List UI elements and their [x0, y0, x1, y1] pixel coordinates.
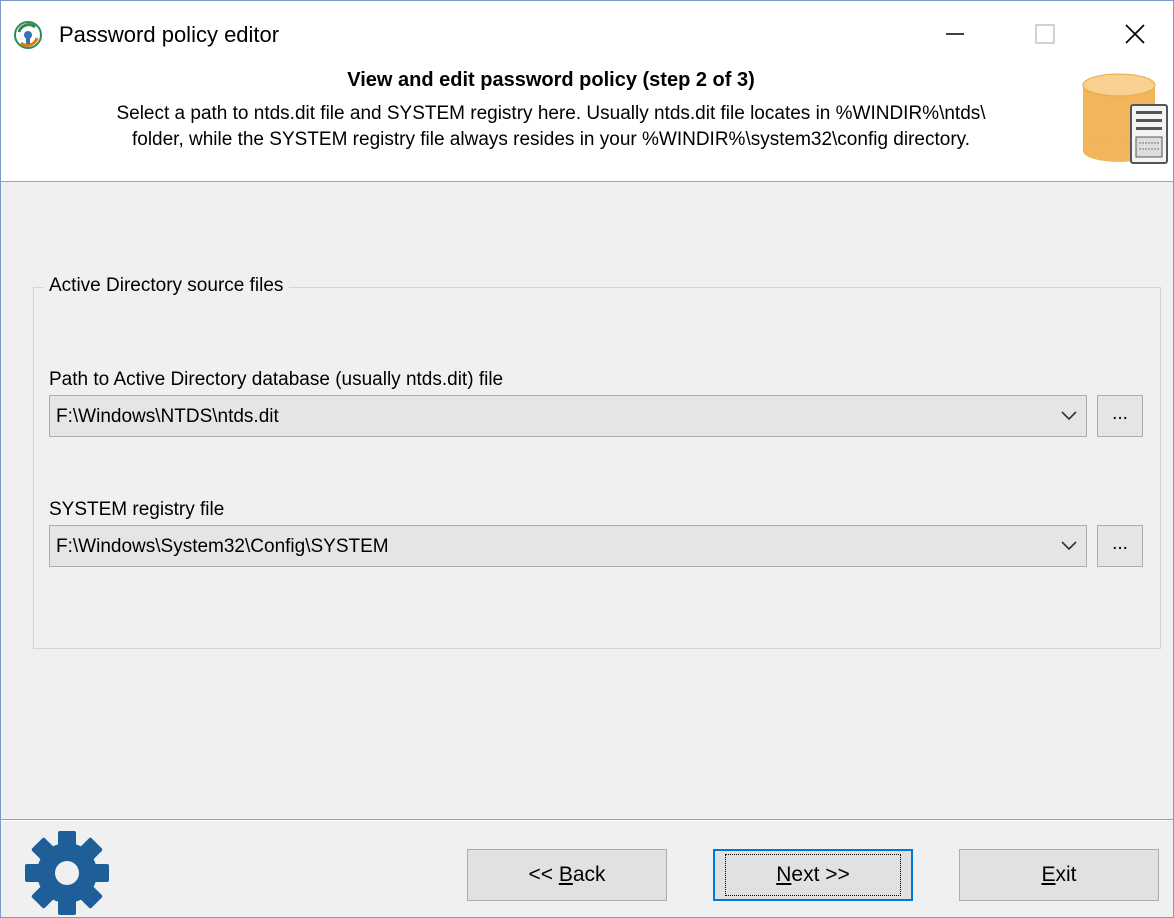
ntds-path-value: F:\Windows\NTDS\ntds.dit — [56, 406, 279, 427]
next-button[interactable]: Next >> — [713, 849, 913, 901]
chevron-down-icon[interactable] — [1060, 408, 1078, 424]
exit-button[interactable]: Exit — [959, 849, 1159, 901]
step-description-line: Select a path to ntds.dit file and SYSTE… — [116, 103, 986, 124]
system-browse-button[interactable]: ... — [1097, 525, 1143, 567]
window-title: Password policy editor — [59, 22, 280, 47]
gear-icon — [25, 831, 109, 915]
ntds-path-label: Path to Active Directory database (usual… — [49, 369, 504, 390]
maximize-button[interactable] — [1015, 11, 1075, 57]
system-registry-combo[interactable]: F:\Windows\System32\Config\SYSTEM — [49, 525, 1087, 567]
step-description: Select a path to ntds.dit file and SYSTE… — [31, 101, 1071, 153]
system-registry-label: SYSTEM registry file — [49, 499, 225, 520]
minimize-icon — [946, 33, 964, 35]
title-bar[interactable]: Password policy editor — [1, 1, 1173, 63]
group-legend: Active Directory source files — [43, 275, 290, 297]
ntds-path-combo[interactable]: F:\Windows\NTDS\ntds.dit — [49, 395, 1087, 437]
chevron-down-icon[interactable] — [1060, 538, 1078, 554]
close-icon — [1125, 24, 1145, 44]
database-server-icon — [1082, 73, 1168, 164]
step-title: View and edit password policy (step 2 of… — [347, 69, 755, 91]
step-description-line: folder, while the SYSTEM registry file a… — [131, 129, 971, 150]
minimize-button[interactable] — [925, 11, 985, 57]
app-icon — [14, 21, 42, 49]
password-policy-window: Password policy editor View and edit pas… — [0, 0, 1174, 918]
back-button-label: << Back — [528, 863, 606, 886]
next-button-label: Next >> — [725, 854, 901, 896]
back-button[interactable]: << Back — [467, 849, 667, 901]
source-files-group — [33, 287, 1161, 649]
system-registry-value: F:\Windows\System32\Config\SYSTEM — [56, 536, 389, 557]
footer-separator — [1, 819, 1173, 821]
close-button[interactable] — [1105, 11, 1165, 57]
wizard-header: View and edit password policy (step 2 of… — [1, 63, 1173, 182]
exit-button-label: Exit — [1041, 863, 1077, 886]
maximize-icon — [1035, 24, 1055, 44]
ntds-browse-button[interactable]: ... — [1097, 395, 1143, 437]
